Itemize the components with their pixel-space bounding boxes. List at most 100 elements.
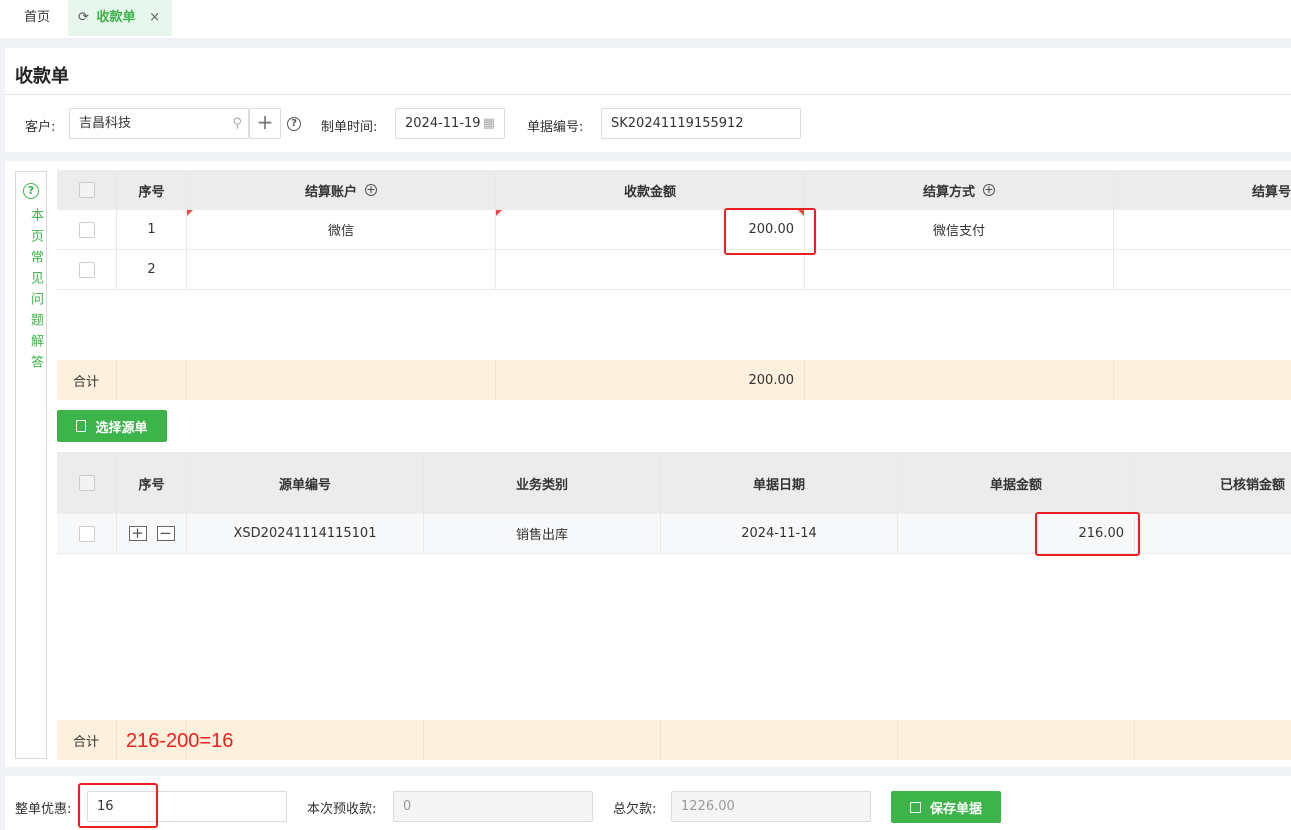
sum-cell [117,360,187,400]
document-icon [76,420,87,432]
add-account-icon[interactable]: + [365,184,377,196]
source-header-row: 序号 源单编号 业务类别 单据日期 单据金额 已核销金额 [57,452,1291,514]
col-doc-date: 单据日期 [661,452,898,514]
save-icon [909,801,921,813]
add-row-icon[interactable]: + [128,526,147,541]
add-customer-button[interactable]: + [249,108,281,139]
tab-bar: 首页 ⟳ 收款单 × [0,0,1291,38]
sum-label: 合计 [57,720,117,760]
help-icon[interactable]: ? [287,117,301,131]
save-button[interactable]: 保存单据 [891,791,1001,823]
col-method-label: 结算方式 [922,184,975,200]
col-account: 结算账户 + [187,170,496,210]
sum-cell [898,720,1135,760]
source-table: 序号 源单编号 业务类别 单据日期 单据金额 已核销金额 + − XSD2024… [57,452,1291,760]
tab-receipt-label: 收款单 [96,10,136,25]
col-category: 业务类别 [424,452,661,514]
customer-input[interactable]: 吉昌科技 ⚲ [69,108,249,139]
debt-input: 1226.00 [671,791,871,822]
select-source-label: 选择源单 [95,420,148,436]
highlight-box-discount [78,783,158,828]
required-marker [187,210,193,216]
col-written-off: 已核销金额 [1219,477,1285,493]
col-doc-amount: 单据金额 [898,452,1135,514]
footer-panel: 整单优惠: 16 本次预收款: 0 总欠款: 1226.00 保存单据 [5,776,1291,830]
sum-cell [1135,720,1291,760]
question-icon: ? [23,183,39,199]
table-row[interactable]: 2 [57,250,1291,290]
select-all-checkbox-cell [57,170,117,210]
sum-cell [187,360,496,400]
save-button-label: 保存单据 [929,801,982,817]
header-panel: 收款单 客户: 吉昌科技 ⚲ + ? 制单时间: 2024-11-19 ▦ 单据… [5,48,1291,152]
table-row[interactable]: 1 微信 200.00 微信支付 [57,210,1291,250]
calendar-icon[interactable]: ▦ [483,109,495,138]
col-amount: 收款金额 [496,170,805,210]
highlight-box-doc-amount [1035,512,1140,556]
required-marker [496,210,502,216]
add-method-icon[interactable]: + [983,184,995,196]
main-panel: ? 本页常见问题解答 序号 结算账户 + 收款金额 结算方式 + 结算号 1 微… [5,161,1291,767]
sum-amount: 200.00 [496,360,805,400]
select-source-button[interactable]: 选择源单 [57,410,167,442]
tab-receipt[interactable]: ⟳ 收款单 × [68,0,172,36]
select-all-checkbox[interactable] [78,475,95,491]
cell-amount[interactable] [496,250,805,289]
discount-label: 整单优惠: [15,802,72,817]
faq-sidebar[interactable]: ? 本页常见问题解答 [15,171,47,759]
cell-method[interactable] [805,250,1114,289]
row-checkbox-cell [57,210,117,249]
settlement-table: 序号 结算账户 + 收款金额 结算方式 + 结算号 1 微信 200.00 微信… [57,170,1291,400]
cell-account[interactable] [187,250,496,289]
close-icon[interactable]: × [149,0,160,36]
row-checkbox-cell [57,250,117,289]
highlight-box-amount [724,208,816,255]
customer-value: 吉昌科技 [79,116,132,131]
select-all-checkbox-cell [57,452,117,514]
docno-value: SK20241119155912 [611,116,744,131]
source-sum-row: 合计 [57,720,1291,760]
date-value: 2024-11-19 [405,116,481,131]
sum-label: 合计 [57,360,117,400]
cell-settle-no[interactable] [1114,250,1291,289]
col-source-no: 源单编号 [187,452,424,514]
cell-doc-date: 2024-11-14 [661,514,898,553]
col-seq: 序号 [117,452,187,514]
col-settle-no: 结算号 [1251,184,1291,200]
row-actions: + − [117,514,187,553]
date-input[interactable]: 2024-11-19 ▦ [395,108,505,139]
cell-account[interactable]: 微信 [187,210,496,249]
col-seq: 序号 [117,170,187,210]
row-checkbox[interactable] [78,221,95,238]
row-checkbox[interactable] [78,525,95,542]
sum-cell [1114,360,1291,400]
cell-seq: 1 [117,210,187,249]
settlement-header-row: 序号 结算账户 + 收款金额 结算方式 + 结算号 [57,170,1291,210]
col-method: 结算方式 + [805,170,1114,210]
col-account-label: 结算账户 [304,184,357,200]
debt-label: 总欠款: [613,802,657,817]
cell-written-off[interactable] [1135,514,1291,553]
cell-account-value: 微信 [327,224,354,239]
cell-settle-no[interactable] [1114,210,1291,249]
debt-value: 1226.00 [681,799,735,814]
prepay-input[interactable]: 0 [393,791,593,822]
customer-label: 客户: [25,120,56,135]
settlement-sum-row: 合计 200.00 [57,360,1291,400]
remove-row-icon[interactable]: − [156,526,175,541]
select-all-checkbox[interactable] [78,182,95,198]
cell-method[interactable]: 微信支付 [805,210,1114,249]
row-checkbox[interactable] [78,261,95,278]
sum-cell [661,720,898,760]
cell-source-no: XSD20241114115101 [187,514,424,553]
tab-home[interactable]: 首页 [8,0,66,36]
sum-cell [805,360,1114,400]
prepay-label: 本次预收款: [307,802,377,817]
faq-label: 本页常见问题解答 [28,208,43,376]
refresh-icon[interactable]: ⟳ [78,0,92,36]
search-icon[interactable]: ⚲ [232,109,242,138]
cell-category: 销售出库 [424,514,661,553]
date-label: 制单时间: [321,120,378,135]
docno-input[interactable]: SK20241119155912 [601,108,801,139]
divider [5,94,1291,95]
